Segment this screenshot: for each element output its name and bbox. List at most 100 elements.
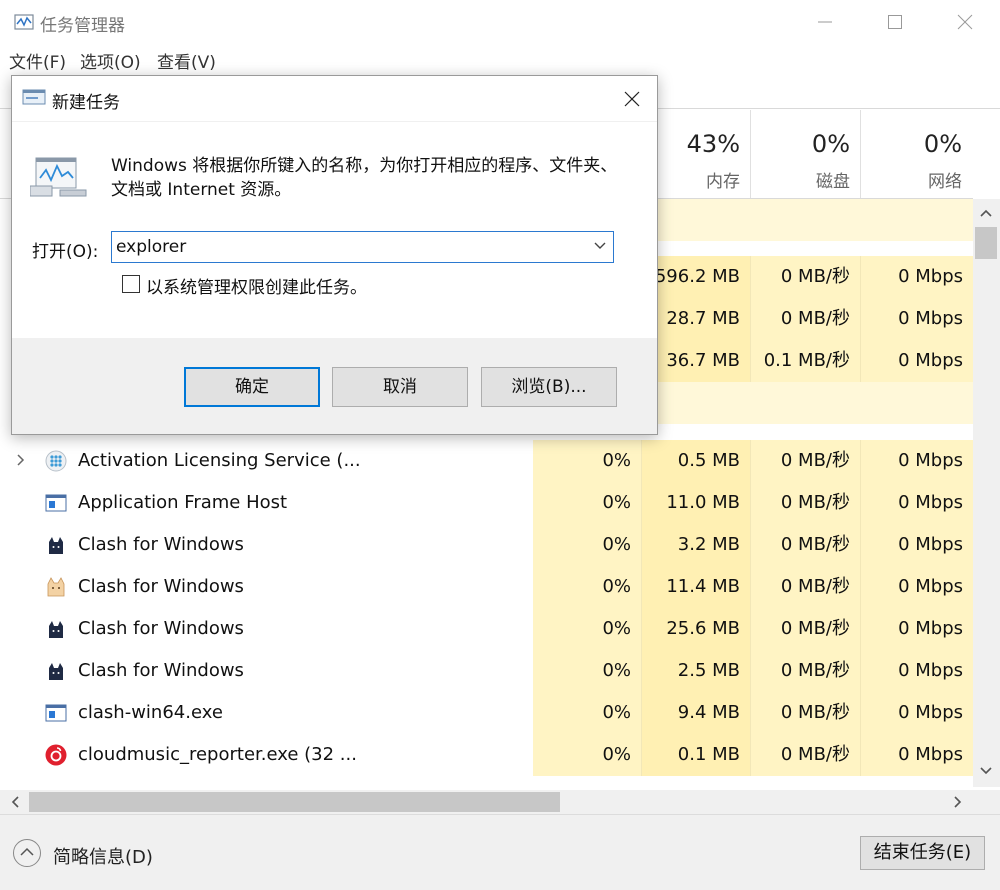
scrollbar-corner: [973, 790, 1000, 814]
memory-cell: 3.2 MB: [642, 524, 751, 566]
table-row[interactable]: cloudmusic_reporter.exe (32 ... 0% 0.1 M…: [0, 734, 973, 776]
table-row[interactable]: Activation Licensing Service (... 0% 0.5…: [0, 440, 973, 482]
network-cell: [861, 382, 973, 424]
network-cell: 0 Mbps: [861, 340, 973, 382]
process-name: Clash for Windows: [78, 534, 244, 555]
scroll-down-icon[interactable]: [979, 765, 993, 777]
network-percent: 0%: [923, 130, 962, 158]
scroll-right-icon[interactable]: [952, 795, 964, 809]
network-label: 网络: [928, 172, 962, 192]
network-cell: 0 Mbps: [861, 256, 973, 298]
service-dots-icon: [45, 450, 67, 472]
process-name: Clash for Windows: [78, 660, 244, 681]
column-header-memory[interactable]: 43% 内存: [642, 110, 751, 198]
memory-cell: 28.7 MB: [642, 298, 751, 340]
disk-cell: [751, 199, 861, 241]
cpu-cell: 0%: [533, 608, 642, 650]
process-name: Clash for Windows: [78, 576, 244, 597]
memory-cell: 9.4 MB: [642, 692, 751, 734]
cpu-cell: 0%: [533, 440, 642, 482]
ok-button[interactable]: 确定: [184, 367, 320, 407]
horizontal-scroll-thumb[interactable]: [29, 792, 560, 812]
admin-privilege-checkbox[interactable]: [122, 275, 140, 293]
table-row[interactable]: clash-win64.exe 0% 9.4 MB 0 MB/秒 0 Mbps: [0, 692, 973, 734]
vertical-scroll-thumb[interactable]: [975, 227, 997, 259]
disk-percent: 0%: [811, 130, 850, 158]
memory-cell: [642, 199, 751, 241]
cpu-cell: 0%: [533, 692, 642, 734]
minimize-button[interactable]: [790, 0, 860, 44]
dialog-description: Windows 将根据你所键入的名称，为你打开相应的程序、文件夹、文档或 Int…: [111, 156, 618, 200]
footer-bar: 简略信息(D) 结束任务(E): [0, 814, 1000, 890]
network-cell: 0 Mbps: [861, 566, 973, 608]
open-input[interactable]: [116, 235, 586, 259]
cpu-cell: 0%: [533, 734, 642, 776]
memory-percent: 43%: [686, 130, 740, 158]
maximize-button[interactable]: [860, 0, 930, 44]
disk-cell: 0 MB/秒: [751, 524, 861, 566]
memory-cell: 0.5 MB: [642, 440, 751, 482]
memory-cell: 596.2 MB: [642, 256, 751, 298]
menu-view[interactable]: 查看(V): [157, 48, 216, 73]
network-cell: 0 Mbps: [861, 608, 973, 650]
admin-privilege-label[interactable]: 以系统管理权限创建此任务。: [146, 273, 367, 298]
memory-cell: 36.7 MB: [642, 340, 751, 382]
process-name: clash-win64.exe: [78, 702, 223, 723]
browse-button[interactable]: 浏览(B)...: [481, 367, 617, 407]
run-dialog-icon: [22, 89, 46, 105]
app-window-icon: [45, 704, 67, 722]
disk-cell: 0 MB/秒: [751, 298, 861, 340]
clash-cat-dark-icon: [49, 537, 63, 554]
disk-cell: 0 MB/秒: [751, 482, 861, 524]
column-header-network[interactable]: 0% 网络: [861, 110, 972, 198]
cancel-button[interactable]: 取消: [332, 367, 468, 407]
disk-cell: 0 MB/秒: [751, 650, 861, 692]
task-manager-window: 任务管理器 文件(F) 选项(O) 查看(V) 43% 内存 0% 磁盘 0% …: [0, 0, 1000, 890]
menu-options[interactable]: 选项(O): [80, 48, 141, 73]
disk-cell: 0 MB/秒: [751, 734, 861, 776]
chevron-right-icon[interactable]: [14, 454, 26, 466]
network-cell: 0 Mbps: [861, 440, 973, 482]
dialog-close-button[interactable]: [612, 82, 652, 116]
end-task-button[interactable]: 结束任务(E): [860, 836, 985, 870]
chevron-up-circle-icon[interactable]: [13, 839, 41, 867]
netease-music-icon: [45, 744, 67, 766]
process-name: Application Frame Host: [78, 492, 288, 513]
process-name: Clash for Windows: [78, 618, 244, 639]
chevron-down-icon[interactable]: [594, 242, 606, 250]
memory-cell: 25.6 MB: [642, 608, 751, 650]
disk-label: 磁盘: [816, 172, 850, 192]
table-row[interactable]: Clash for Windows 0% 11.4 MB 0 MB/秒 0 Mb…: [0, 566, 973, 608]
column-header-disk[interactable]: 0% 磁盘: [751, 110, 861, 198]
network-cell: 0 Mbps: [861, 298, 973, 340]
clash-cat-dark-icon: [49, 621, 63, 638]
menu-bar: 文件(F) 选项(O) 查看(V): [0, 46, 1000, 74]
network-cell: 0 Mbps: [861, 650, 973, 692]
fewer-details-link[interactable]: 简略信息(D): [53, 843, 153, 869]
process-name: cloudmusic_reporter.exe (32 ...: [78, 744, 357, 765]
scroll-up-icon[interactable]: [979, 207, 993, 219]
scroll-left-icon[interactable]: [9, 795, 21, 809]
table-row[interactable]: Application Frame Host 0% 11.0 MB 0 MB/秒…: [0, 482, 973, 524]
clash-cat-light-icon: [47, 577, 65, 597]
table-row[interactable]: Clash for Windows 0% 3.2 MB 0 MB/秒 0 Mbp…: [0, 524, 973, 566]
network-cell: 0 Mbps: [861, 734, 973, 776]
process-name: Activation Licensing Service (...: [78, 450, 361, 471]
disk-cell: 0 MB/秒: [751, 608, 861, 650]
close-icon: [957, 14, 973, 30]
menu-file[interactable]: 文件(F): [9, 48, 66, 73]
open-combobox[interactable]: [111, 231, 614, 263]
vertical-scrollbar[interactable]: [973, 199, 1000, 787]
table-row[interactable]: Clash for Windows 0% 25.6 MB 0 MB/秒 0 Mb…: [0, 608, 973, 650]
maximize-icon: [888, 15, 902, 29]
close-button[interactable]: [930, 0, 1000, 44]
table-row[interactable]: Clash for Windows 0% 2.5 MB 0 MB/秒 0 Mbp…: [0, 650, 973, 692]
window-title: 任务管理器: [40, 16, 125, 36]
close-icon: [624, 91, 640, 107]
memory-cell: 11.0 MB: [642, 482, 751, 524]
disk-cell: 0.1 MB/秒: [751, 340, 861, 382]
new-task-dialog: 新建任务 Windows 将根据你所键入的名称，为你打开相应的程序、文件夹、文档…: [11, 75, 658, 435]
horizontal-scrollbar[interactable]: [0, 790, 973, 814]
disk-cell: 0 MB/秒: [751, 440, 861, 482]
network-cell: [861, 199, 973, 241]
